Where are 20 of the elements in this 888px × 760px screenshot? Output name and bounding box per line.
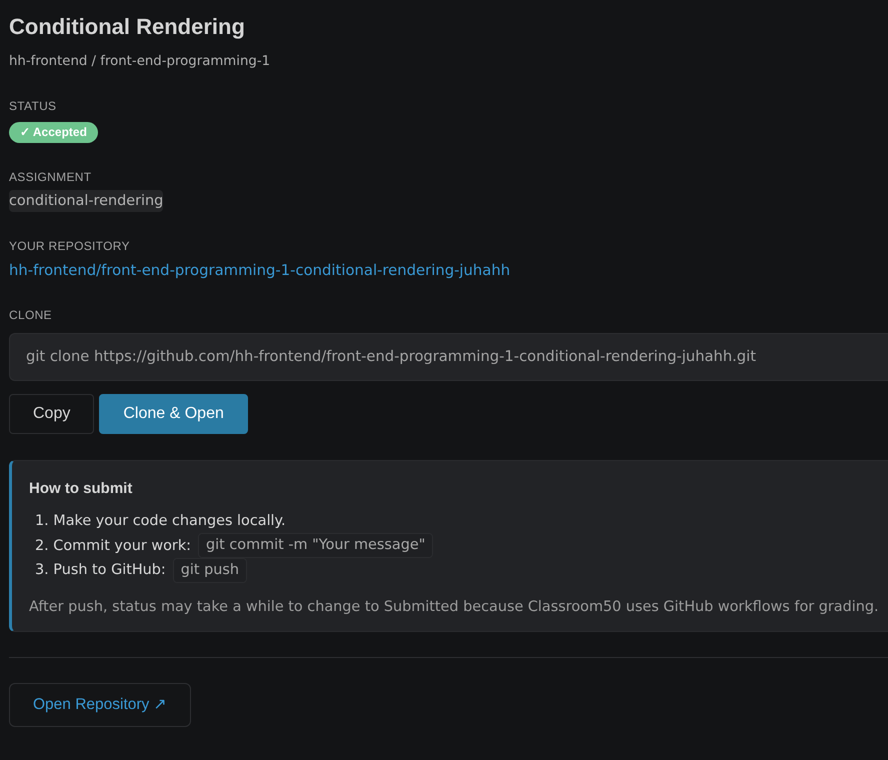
course-path-text: hh-frontend / front-end-programming-1 (9, 53, 270, 71)
code-snippet: git push (172, 558, 248, 583)
step-text: 1. Make your code changes locally. (35, 512, 286, 532)
assignment-name-tag: conditional-rendering (9, 190, 164, 212)
clone-command-field[interactable]: git clone https://github.com/hh-frontend/front-end-programming-1-conditional-rendering-juhahh.git (9, 333, 888, 381)
clone-open-button[interactable]: Clone & Open (99, 394, 248, 434)
status-badge: ✓ Accepted (9, 122, 98, 143)
section-label: CLONE (9, 307, 52, 323)
repository-link[interactable]: hh-frontend/front-end-programming-1-conditional-rendering-juhahh (9, 261, 510, 281)
section-label: YOUR REPOSITORY (9, 238, 130, 254)
section-label: STATUS (9, 98, 56, 114)
step-text: 2. Commit your work: (35, 536, 192, 556)
code-snippet: git commit -m "Your message" (198, 533, 434, 558)
step-text: 3. Push to GitHub: (35, 561, 166, 580)
section-label: ASSIGNMENT (9, 169, 92, 185)
card-heading: How to submit (29, 479, 132, 499)
page-title: Conditional Rendering (9, 13, 245, 41)
note-text: After push, status may take a while to change to Submitted because Classroom50 uses GitHub workflows for grading. (29, 598, 879, 616)
open-repository-button[interactable]: Open Repository ↗ (9, 682, 191, 726)
copy-button[interactable]: Copy (9, 394, 94, 434)
